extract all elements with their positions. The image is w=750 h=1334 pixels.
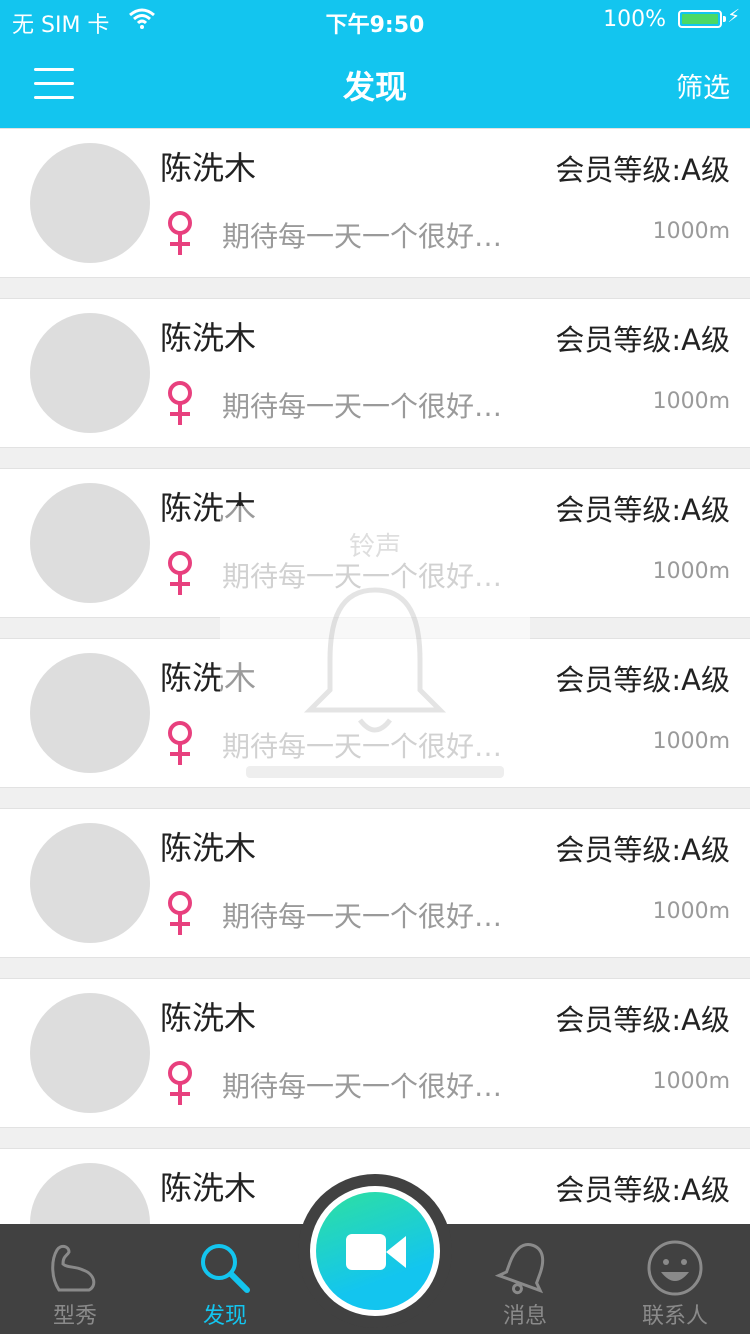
video-call-button[interactable]: [310, 1186, 440, 1316]
member-level: 会员等级:A级: [555, 833, 730, 867]
user-name: 陈洗木: [160, 1169, 257, 1207]
tab-xingxiu[interactable]: 型秀: [0, 1224, 150, 1334]
member-level: 会员等级:A级: [555, 1173, 730, 1207]
filter-button[interactable]: 筛选: [676, 66, 730, 105]
signature-text: 期待每一天一个很好…: [222, 390, 503, 423]
bell-icon: [495, 1243, 545, 1295]
female-icon: [168, 211, 192, 255]
female-icon: [168, 1061, 192, 1105]
list-item[interactable]: 陈洗木 会员等级:A级期待每一天一个很好… 1000m: [0, 298, 750, 448]
avatar[interactable]: [30, 1163, 150, 1224]
ringtone-overlay: 铃声: [220, 506, 530, 786]
avatar[interactable]: [30, 313, 150, 433]
tab-contacts[interactable]: 联系人: [600, 1224, 750, 1334]
search-icon: [201, 1244, 250, 1293]
avatar[interactable]: [30, 823, 150, 943]
user-name: 陈洗木: [160, 149, 257, 187]
charging-icon: ⚡: [727, 6, 740, 27]
battery-percent: 100%: [603, 7, 666, 32]
avatar[interactable]: [30, 653, 150, 773]
list-item[interactable]: 陈洗木 会员等级:A级期待每一天一个很好… 1000m: [0, 128, 750, 278]
female-icon: [168, 381, 192, 425]
user-name: 陈洗木: [160, 829, 257, 867]
distance-label: 1000m: [652, 1069, 730, 1094]
signature-text: 期待每一天一个很好…: [222, 1070, 503, 1103]
distance-label: 1000m: [652, 899, 730, 924]
list-item[interactable]: 陈洗木 会员等级:A级期待每一天一个很好… 1000m: [0, 978, 750, 1128]
navigation-bar: 发现 筛选: [0, 40, 750, 128]
tab-label: 发现: [202, 1304, 247, 1329]
distance-label: 1000m: [652, 559, 730, 584]
list-item[interactable]: 陈洗木 会员等级:A级期待每一天一个很好… 1000m: [0, 808, 750, 958]
ringtone-title: 铃声: [348, 532, 401, 562]
avatar[interactable]: [30, 993, 150, 1113]
status-bar: 无 SIM 卡 下午9:50 100% ⚡: [0, 0, 750, 40]
bell-icon: [303, 587, 447, 733]
tab-label: 联系人: [641, 1304, 708, 1329]
female-icon: [168, 551, 192, 595]
distance-label: 1000m: [652, 389, 730, 414]
user-name: 陈洗木: [160, 999, 257, 1037]
smiley-face-icon: [647, 1240, 703, 1296]
distance-label: 1000m: [652, 219, 730, 244]
avatar[interactable]: [30, 483, 150, 603]
signature-text: 期待每一天一个很好…: [222, 220, 503, 253]
signature-text: 期待每一天一个很好…: [222, 900, 503, 933]
distance-label: 1000m: [652, 729, 730, 754]
muscle-arm-icon: [51, 1244, 96, 1292]
tab-label: 消息: [502, 1304, 547, 1329]
page-title: 发现: [342, 68, 407, 106]
member-level: 会员等级:A级: [555, 323, 730, 357]
member-level: 会员等级:A级: [555, 1003, 730, 1037]
member-level: 会员等级:A级: [555, 153, 730, 187]
user-name: 陈洗木: [160, 319, 257, 357]
member-level: 会员等级:A级: [555, 493, 730, 527]
female-icon: [168, 721, 192, 765]
avatar[interactable]: [30, 143, 150, 263]
tab-messages[interactable]: 消息: [450, 1224, 600, 1334]
battery-icon: [678, 10, 726, 28]
top-bar: 无 SIM 卡 下午9:50 100% ⚡ 发现 筛选: [0, 0, 750, 128]
video-camera-icon: [346, 1234, 406, 1270]
tab-discover[interactable]: 发现: [150, 1224, 300, 1334]
ringtone-progress-bar: [246, 766, 504, 778]
member-level: 会员等级:A级: [555, 663, 730, 697]
tab-label: 型秀: [52, 1304, 97, 1329]
female-icon: [168, 891, 192, 935]
